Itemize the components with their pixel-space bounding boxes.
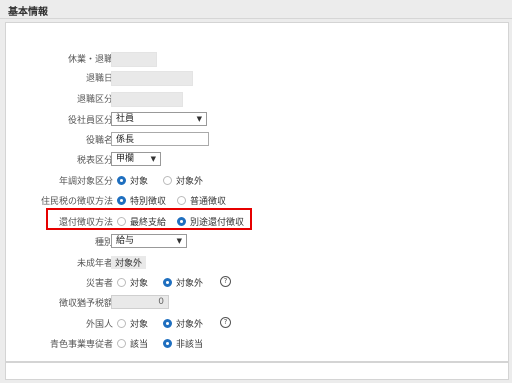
chevron-down-icon: ▼ — [176, 237, 182, 245]
foreigner-radio-nontarget[interactable]: 対象外 — [163, 317, 203, 330]
year-end-radio-nontarget[interactable]: 対象外 — [163, 174, 203, 187]
section-header: 基本情報 — [0, 0, 512, 19]
disaster-option-2: 対象外 — [176, 279, 204, 289]
employee-type-value: 社員 — [116, 114, 135, 124]
foreigner-radio-target[interactable]: 対象 — [117, 317, 148, 330]
kind-label: 種別 — [94, 238, 113, 248]
basic-info-panel: 休業・退職 退職日 退職区分 役社員区分 社員 ▼ 役職名 係長 税表区分 甲欄… — [5, 22, 509, 362]
radio-unselected-icon — [177, 196, 186, 205]
radio-selected-icon — [163, 339, 172, 348]
tax-table-select[interactable]: 甲欄 ▼ — [111, 152, 161, 166]
disaster-option-1: 対象 — [130, 279, 149, 289]
resident-tax-option-1: 特別徴収 — [130, 197, 167, 207]
row-retire-type: 退職区分 — [6, 91, 506, 107]
disaster-radio-target[interactable]: 対象 — [117, 276, 148, 289]
row-resident-tax: 住民税の徴収方法 特別徴収 普通徴収 — [6, 193, 506, 209]
row-position: 役職名 係長 — [6, 132, 506, 148]
employee-type-label: 役社員区分 — [67, 116, 113, 126]
radio-unselected-icon — [117, 278, 126, 287]
row-tax-table: 税表区分 甲欄 ▼ — [6, 152, 506, 168]
help-icon[interactable]: ? — [220, 317, 231, 328]
foreigner-label: 外国人 — [85, 320, 113, 330]
retire-type-label: 退職区分 — [76, 95, 113, 105]
retire-date-field — [111, 71, 193, 86]
panel-footer — [5, 362, 509, 380]
blue-return-option-2: 非該当 — [176, 340, 204, 350]
highlight-box — [46, 208, 252, 230]
tax-table-value: 甲欄 — [116, 154, 135, 164]
row-leave: 休業・退職 — [6, 51, 506, 67]
radio-selected-icon — [117, 196, 126, 205]
year-end-option-1: 対象 — [130, 177, 149, 187]
radio-selected-icon — [163, 319, 172, 328]
leave-label: 休業・退職 — [67, 55, 113, 65]
blue-return-radio-not-applicable[interactable]: 非該当 — [163, 337, 203, 350]
resident-tax-radio-special[interactable]: 特別徴収 — [117, 194, 166, 207]
row-foreigner: 外国人 対象 対象外 ? — [6, 316, 506, 332]
row-disaster: 災害者 対象 対象外 ? — [6, 275, 506, 291]
chevron-down-icon: ▼ — [196, 115, 202, 123]
retire-type-field — [111, 92, 183, 107]
minor-label: 未成年者 — [76, 259, 113, 269]
retire-date-label: 退職日 — [85, 74, 113, 84]
foreigner-option-2: 対象外 — [176, 320, 204, 330]
radio-selected-icon — [117, 176, 126, 185]
help-icon[interactable]: ? — [220, 276, 231, 287]
row-deferred-tax: 徴収猶予税額 0 — [6, 295, 506, 311]
row-employee-type: 役社員区分 社員 ▼ — [6, 112, 506, 128]
radio-unselected-icon — [163, 176, 172, 185]
row-year-end: 年調対象区分 対象 対象外 — [6, 173, 506, 189]
foreigner-option-1: 対象 — [130, 320, 149, 330]
disaster-label: 災害者 — [85, 279, 113, 289]
year-end-option-2: 対象外 — [176, 177, 204, 187]
row-retire-date: 退職日 — [6, 70, 506, 86]
radio-unselected-icon — [117, 339, 126, 348]
kind-value: 給与 — [116, 236, 135, 246]
employee-type-select[interactable]: 社員 ▼ — [111, 112, 207, 126]
deferred-tax-input: 0 — [111, 295, 169, 309]
position-label: 役職名 — [85, 136, 113, 146]
blue-return-label: 青色事業専従者 — [49, 340, 113, 350]
section-title: 基本情報 — [8, 7, 48, 18]
disaster-radio-nontarget[interactable]: 対象外 — [163, 276, 203, 289]
deferred-tax-label: 徴収猶予税額 — [58, 299, 113, 309]
leave-field — [111, 52, 157, 67]
row-blue-return: 青色事業専従者 該当 非該当 — [6, 336, 506, 352]
year-end-label: 年調対象区分 — [58, 177, 113, 187]
year-end-radio-target[interactable]: 対象 — [117, 174, 148, 187]
minor-value: 対象外 — [111, 256, 147, 269]
resident-tax-label: 住民税の徴収方法 — [40, 197, 113, 207]
kind-select[interactable]: 給与 ▼ — [111, 234, 187, 248]
tax-table-label: 税表区分 — [76, 156, 113, 166]
position-input[interactable]: 係長 — [111, 132, 209, 146]
radio-selected-icon — [163, 278, 172, 287]
row-minor: 未成年者 対象外 — [6, 255, 506, 271]
radio-unselected-icon — [117, 319, 126, 328]
resident-tax-option-2: 普通徴収 — [190, 197, 227, 207]
chevron-down-icon: ▼ — [150, 155, 156, 163]
resident-tax-radio-normal[interactable]: 普通徴収 — [177, 194, 226, 207]
blue-return-radio-applicable[interactable]: 該当 — [117, 337, 148, 350]
row-kind: 種別 給与 ▼ — [6, 234, 506, 250]
blue-return-option-1: 該当 — [130, 340, 149, 350]
